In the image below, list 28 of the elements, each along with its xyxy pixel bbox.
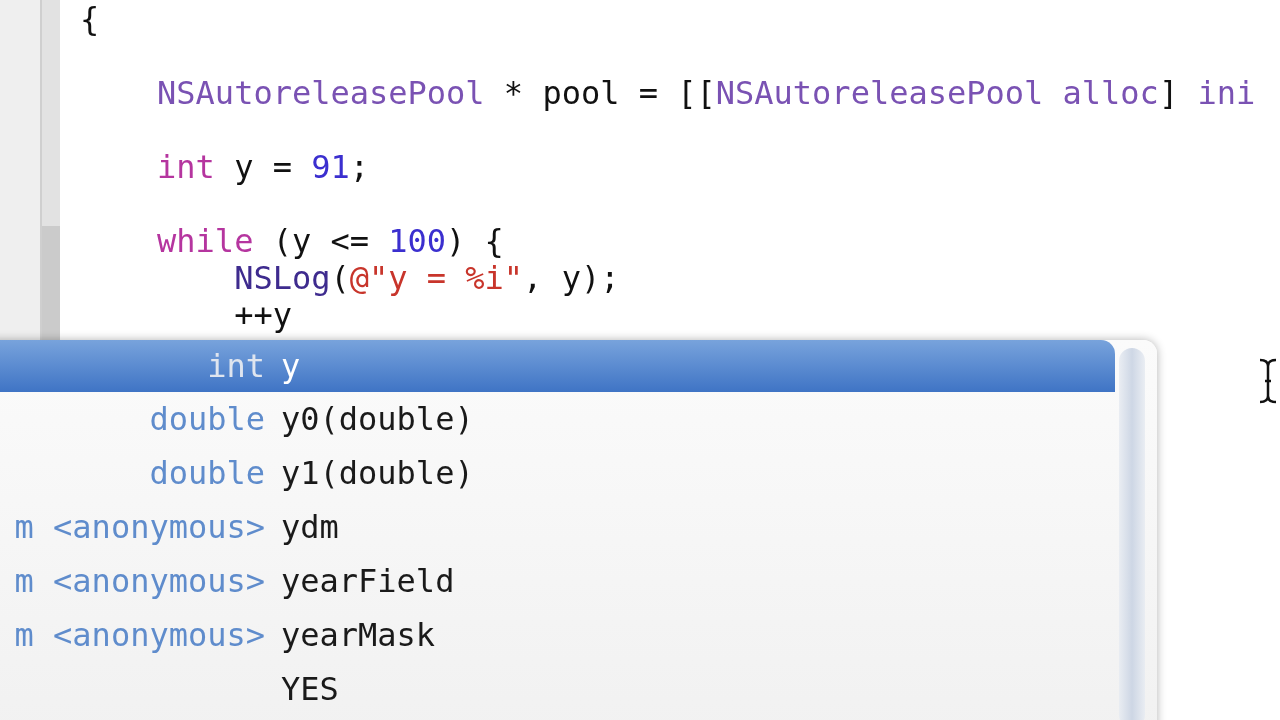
- code-line: ++y: [233, 297, 293, 334]
- completion-item[interactable]: double y0(double): [0, 392, 1115, 446]
- symbol-name: y: [281, 347, 302, 385]
- completion-item[interactable]: int y: [0, 340, 1115, 392]
- completion-item[interactable]: m <anonymous> yearMask: [0, 608, 1115, 662]
- symbol-name: ydm: [281, 508, 340, 546]
- return-type: double: [148, 400, 265, 438]
- symbol-name: yearMask: [281, 616, 437, 654]
- completion-item[interactable]: YES: [0, 662, 1115, 716]
- code-line: while (y <= 100) {: [156, 223, 505, 260]
- symbol-name: yearField: [281, 562, 456, 600]
- symbol-name: y0(double): [281, 400, 475, 438]
- code-line: {: [80, 1, 101, 38]
- return-type: m <anonymous>: [13, 508, 265, 546]
- return-type: double: [148, 454, 265, 492]
- text-cursor-icon: [1258, 358, 1278, 404]
- return-type: m <anonymous>: [13, 562, 265, 600]
- code-line: int y = 91;: [156, 149, 370, 186]
- return-type: m <anonymous>: [13, 616, 265, 654]
- completion-item[interactable]: m <anonymous> ydm: [0, 500, 1115, 554]
- scroll-bar[interactable]: [1119, 348, 1145, 720]
- symbol-name: YES: [281, 670, 340, 708]
- symbol-name: y1(double): [281, 454, 475, 492]
- completion-item[interactable]: double y1(double): [0, 446, 1115, 500]
- code-line: NSAutoreleasePool * pool = [[NSAutoreleasePool alloc] ini: [156, 75, 1256, 112]
- return-type: int: [206, 347, 265, 385]
- completion-item[interactable]: m <anonymous> yearField: [0, 554, 1115, 608]
- code-line: NSLog(@"y = %i", y);: [233, 260, 621, 297]
